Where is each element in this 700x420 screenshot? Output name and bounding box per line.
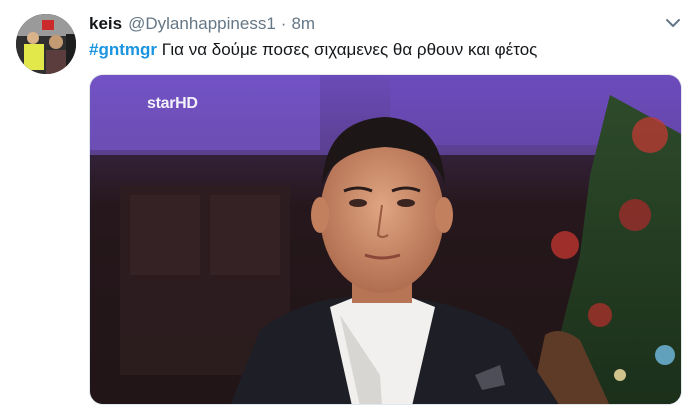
tweet-text: #gntmgr Για να δούμε ποσες σιχαμενες θα … [89, 40, 537, 60]
display-name[interactable]: keis [89, 14, 122, 34]
separator-dot: · [280, 14, 287, 33]
user-handle[interactable]: @Dylanhappiness1 [128, 14, 276, 34]
chevron-down-icon[interactable] [664, 16, 682, 30]
tweet-header: keis @Dylanhappiness1 · 8m [89, 14, 315, 36]
tweet-card[interactable]: keis @Dylanhappiness1 · 8m #gntmgr Για ν… [0, 0, 700, 420]
tweet-media-image[interactable]: starHD [89, 74, 682, 405]
hashtag-link[interactable]: #gntmgr [89, 40, 157, 59]
channel-logo: starHD [147, 95, 198, 112]
timestamp[interactable]: 8m [291, 14, 315, 34]
avatar[interactable] [16, 14, 76, 74]
tweet-body: Για να δούμε ποσες σιχαμενες θα ρθουν κα… [161, 40, 538, 59]
